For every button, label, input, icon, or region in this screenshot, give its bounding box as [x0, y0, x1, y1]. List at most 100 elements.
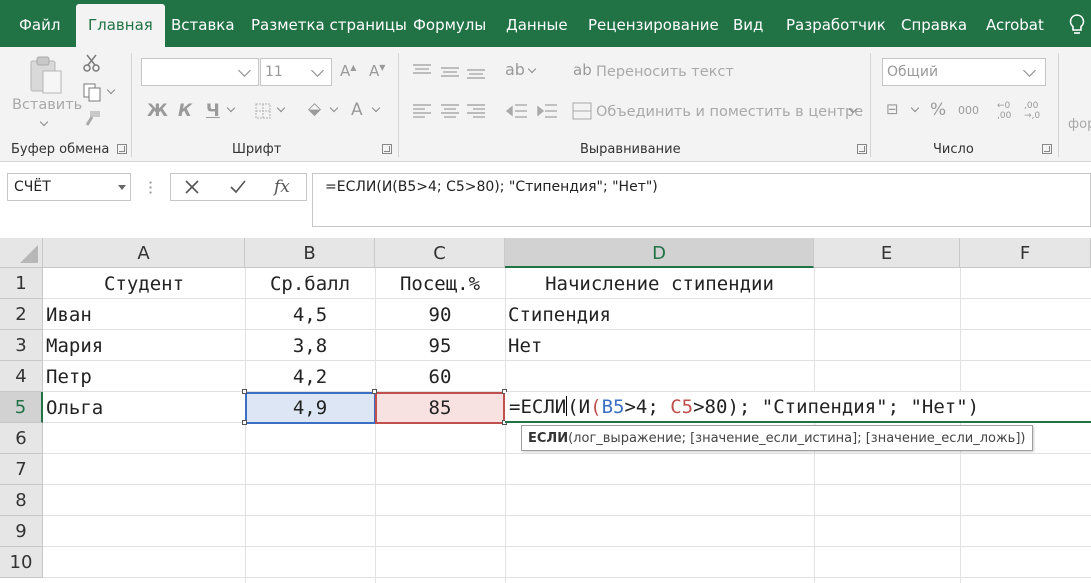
- font-color-dropdown-icon[interactable]: [371, 103, 381, 113]
- font-grow-icon[interactable]: A▲: [340, 64, 356, 79]
- cell-d1[interactable]: Начисление стипендии: [505, 269, 814, 300]
- cancel-icon[interactable]: [184, 179, 200, 195]
- cell-d3[interactable]: Нет: [505, 331, 814, 362]
- cell-c3[interactable]: 95: [375, 331, 505, 362]
- font-color-icon[interactable]: A: [351, 102, 363, 119]
- font-launcher-icon[interactable]: [382, 144, 392, 154]
- cut-icon[interactable]: [82, 53, 102, 73]
- column-header-b[interactable]: B: [245, 238, 375, 268]
- currency-format-icon[interactable]: ⊟: [886, 102, 899, 117]
- font-shrink-icon[interactable]: A▼: [369, 64, 385, 79]
- font-name-dropdown[interactable]: [141, 58, 259, 86]
- row-header-8[interactable]: 8: [0, 485, 43, 516]
- row-header-1[interactable]: 1: [0, 268, 43, 299]
- row-header-2[interactable]: 2: [0, 299, 43, 330]
- row-header-7[interactable]: 7: [0, 454, 43, 485]
- fill-color-dropdown-icon[interactable]: [329, 103, 339, 113]
- alignment-launcher-icon[interactable]: [857, 144, 867, 154]
- fill-color-icon[interactable]: ⬙: [308, 101, 321, 118]
- edit-ref-b5: B5: [601, 396, 625, 418]
- tab-home[interactable]: Главная: [76, 4, 165, 47]
- select-all-button[interactable]: [0, 238, 43, 268]
- cell-d2[interactable]: Стипендия: [505, 300, 814, 331]
- cell-c2[interactable]: 90: [375, 300, 505, 331]
- italic-button[interactable]: К: [178, 103, 192, 120]
- copy-icon[interactable]: [82, 82, 102, 102]
- column-header-d[interactable]: D: [505, 238, 814, 268]
- wrap-text-button[interactable]: Переносить текст: [596, 64, 734, 80]
- currency-dropdown-icon[interactable]: [910, 103, 920, 113]
- cell-a2[interactable]: Иван: [43, 300, 245, 331]
- edit-cond1: >4;: [624, 396, 671, 418]
- paste-icon[interactable]: [28, 55, 64, 95]
- column-header-e[interactable]: E: [814, 238, 960, 268]
- name-box-dropdown-icon[interactable]: [118, 185, 126, 190]
- tab-formulas[interactable]: Формулы: [413, 0, 486, 47]
- tab-view[interactable]: Вид: [733, 0, 763, 47]
- number-launcher-icon[interactable]: [1042, 144, 1052, 154]
- column-header-c[interactable]: C: [375, 238, 505, 268]
- active-cell-editor[interactable]: =ЕСЛИ(И(B5>4; C5>80); "Стипендия"; "Нет"…: [505, 392, 1091, 423]
- row-header-6[interactable]: 6: [0, 423, 43, 454]
- cell-a5[interactable]: Ольга: [43, 393, 245, 424]
- cell-b5[interactable]: 4,9: [245, 393, 375, 424]
- thousands-separator-button[interactable]: 000: [958, 105, 979, 116]
- font-size-dropdown[interactable]: 11: [260, 58, 332, 86]
- formula-input[interactable]: =ЕСЛИ(И(B5>4; C5>80); "Стипендия"; "Нет"…: [312, 173, 1091, 227]
- cell-b4[interactable]: 4,2: [245, 362, 375, 393]
- edit-rest: ); "Стипендия"; "Нет"): [727, 396, 980, 418]
- tab-review[interactable]: Рецензирование: [588, 0, 719, 47]
- number-format-dropdown[interactable]: Общий: [882, 58, 1046, 86]
- merge-center-icon[interactable]: [572, 102, 592, 120]
- borders-dropdown-icon[interactable]: [276, 103, 286, 113]
- column-header-f[interactable]: F: [960, 238, 1091, 268]
- format-painter-icon[interactable]: [84, 109, 102, 127]
- percent-button[interactable]: %: [930, 102, 946, 119]
- enter-check-icon[interactable]: [229, 179, 247, 195]
- tab-page-layout[interactable]: Разметка страницы: [251, 0, 407, 47]
- name-box[interactable]: СЧЁТ: [7, 173, 131, 201]
- tab-acrobat[interactable]: Acrobat: [986, 0, 1044, 47]
- clipboard-launcher-icon[interactable]: [117, 144, 127, 154]
- cell-a3[interactable]: Мария: [43, 331, 245, 362]
- vertical-align-icons[interactable]: [411, 63, 485, 79]
- tab-file[interactable]: Файл: [19, 0, 60, 47]
- cell-a1[interactable]: Студент: [43, 269, 245, 300]
- insert-function-button[interactable]: fx: [274, 177, 290, 197]
- tooltip-func-name[interactable]: ЕСЛИ: [528, 431, 568, 446]
- paste-dropdown-icon[interactable]: [39, 117, 49, 127]
- underline-button[interactable]: Ч: [206, 103, 220, 120]
- merge-center-button[interactable]: Объединить и поместить в центре: [596, 104, 863, 120]
- copy-dropdown-icon[interactable]: [106, 85, 116, 95]
- row-header-4[interactable]: 4: [0, 361, 43, 392]
- tab-help[interactable]: Справка: [901, 0, 967, 47]
- cell-b2[interactable]: 4,5: [245, 300, 375, 331]
- cell-b3[interactable]: 3,8: [245, 331, 375, 362]
- decrease-decimal-icon[interactable]: ,00 →,0: [1024, 101, 1040, 121]
- cell-b1[interactable]: Ср.балл: [245, 269, 375, 300]
- horizontal-align-icons[interactable]: [411, 103, 485, 119]
- orientation-icon[interactable]: ab: [505, 62, 525, 78]
- row-header-5[interactable]: 5: [0, 392, 43, 423]
- borders-icon[interactable]: [254, 102, 272, 120]
- paste-button[interactable]: Вставить: [12, 97, 82, 113]
- row-header-3[interactable]: 3: [0, 330, 43, 361]
- wrap-text-icon[interactable]: ab: [573, 63, 592, 78]
- indent-icons[interactable]: [505, 102, 559, 120]
- tab-developer[interactable]: Разработчик: [786, 0, 886, 47]
- orientation-dropdown-icon[interactable]: [527, 64, 537, 74]
- tab-insert[interactable]: Вставка: [171, 0, 235, 47]
- tab-data[interactable]: Данные: [506, 0, 568, 47]
- lightbulb-icon[interactable]: [1068, 13, 1086, 37]
- cell-c4[interactable]: 60: [375, 362, 505, 393]
- column-header-a[interactable]: A: [43, 238, 245, 268]
- bold-button[interactable]: Ж: [147, 103, 168, 120]
- cell-c1[interactable]: Посещ.%: [375, 269, 505, 300]
- spreadsheet-grid[interactable]: A B C D E F 1 2 3 4 5 6 7 8 9 10 Студент…: [0, 238, 1091, 583]
- underline-dropdown-icon[interactable]: [226, 103, 236, 113]
- row-header-10[interactable]: 10: [0, 547, 43, 578]
- cell-c5[interactable]: 85: [375, 393, 505, 424]
- row-header-9[interactable]: 9: [0, 516, 43, 547]
- increase-decimal-icon[interactable]: ←0,00: [997, 101, 1011, 121]
- cell-a4[interactable]: Петр: [43, 362, 245, 393]
